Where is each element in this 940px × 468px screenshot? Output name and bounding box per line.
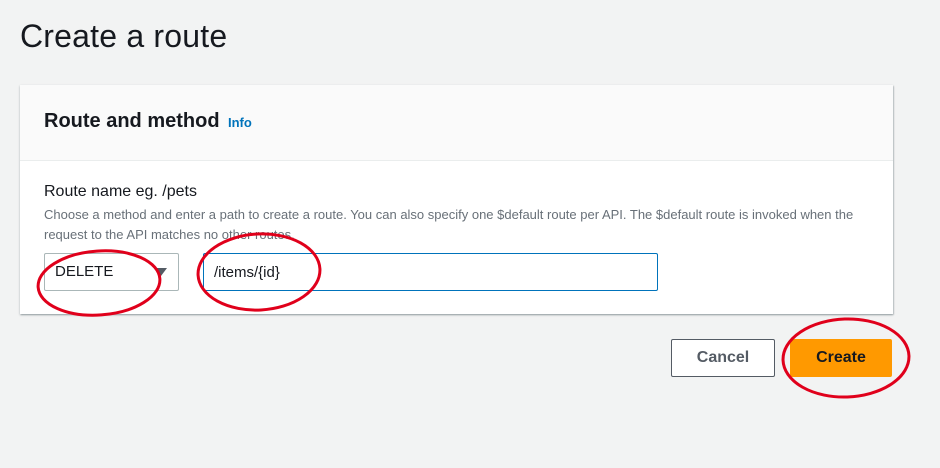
- route-path-input[interactable]: [203, 253, 658, 291]
- cancel-button[interactable]: Cancel: [671, 339, 775, 377]
- page: Create a route Route and method Info Rou…: [0, 0, 940, 468]
- method-select[interactable]: DELETE: [44, 253, 179, 291]
- route-name-label: Route name eg. /pets: [44, 183, 197, 200]
- panel-body: Route name eg. /pets Choose a method and…: [20, 161, 893, 293]
- route-name-description: Choose a method and enter a path to crea…: [44, 207, 854, 242]
- page-title: Create a route: [20, 18, 228, 54]
- route-method-panel: Route and method Info Route name eg. /pe…: [20, 85, 893, 314]
- info-link[interactable]: Info: [228, 115, 252, 130]
- method-select-value: DELETE: [55, 263, 114, 280]
- panel-heading: Route and method: [44, 110, 220, 132]
- route-controls: DELETE: [44, 253, 893, 293]
- caret-down-icon: [155, 268, 167, 276]
- create-button[interactable]: Create: [790, 339, 892, 377]
- panel-header: Route and method Info: [20, 85, 893, 161]
